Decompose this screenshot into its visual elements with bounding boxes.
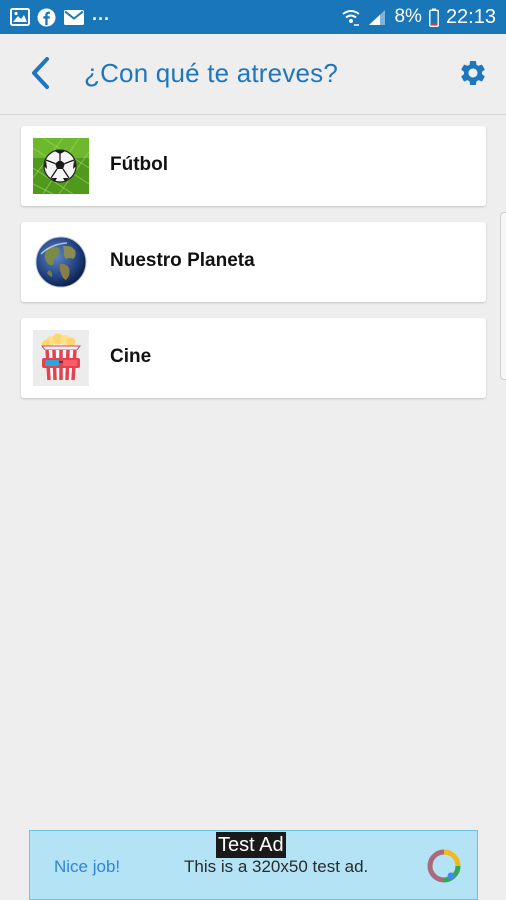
page-title: ¿Con qué te atreves? [84,58,339,88]
battery-icon [429,8,439,27]
category-item-nuestro-planeta[interactable]: Nuestro Planeta [21,222,486,302]
status-bar: ... 8% 22:13 [0,0,506,34]
edge-panel-handle[interactable] [500,212,506,380]
ad-network-logo-icon [426,848,462,884]
gallery-icon [10,8,30,26]
battery-percentage: 8% [394,6,422,27]
facebook-icon [37,8,56,27]
wifi-icon [342,9,361,26]
category-item-cine[interactable]: Cine [21,318,486,398]
test-ad-label: Test Ad [216,832,286,858]
ad-headline: Nice job! [54,857,121,876]
settings-button[interactable] [456,58,490,92]
more-notifications-indicator: ... [92,3,111,24]
category-label: Cine [110,346,152,367]
category-label: Nuestro Planeta [110,250,255,271]
mail-icon [63,9,85,26]
back-button[interactable] [22,56,58,94]
signal-icon [367,9,387,26]
category-item-futbol[interactable]: Fútbol [21,126,486,206]
gear-icon [458,58,488,93]
earth-globe-icon [33,234,89,290]
category-label: Fútbol [110,154,169,175]
status-system-indicators: 8% 22:13 [342,6,496,29]
ad-description: This is a 320x50 test ad. [184,857,369,876]
app-bar: ¿Con qué te atreves? [0,34,506,115]
chevron-left-icon [29,56,51,95]
soccer-ball-icon [33,138,89,194]
clock: 22:13 [445,5,496,28]
popcorn-3d-glasses-icon [33,330,89,386]
status-notifications: ... [10,4,110,27]
